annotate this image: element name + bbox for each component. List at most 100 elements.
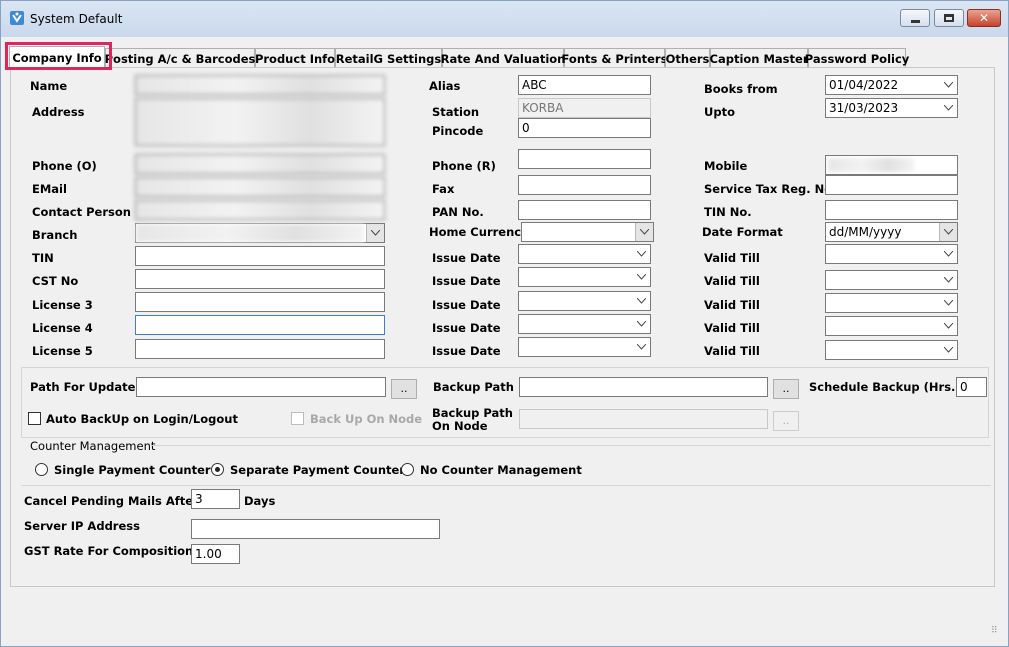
date-format-select[interactable]: dd/MM/yyyy bbox=[825, 222, 958, 242]
name-label: Name bbox=[30, 79, 68, 93]
cancel-mails-field[interactable]: 3 bbox=[191, 489, 240, 509]
tin-field[interactable] bbox=[135, 246, 385, 266]
browse-backup-node-button[interactable]: .. bbox=[773, 411, 799, 431]
phone-r-field[interactable] bbox=[518, 149, 651, 169]
footer-area bbox=[1, 589, 1008, 646]
backup-path-node-label-1: Backup Path bbox=[432, 406, 513, 420]
mobile-value bbox=[828, 158, 914, 172]
phone-o-field[interactable] bbox=[135, 154, 385, 174]
issue-date-5-picker[interactable] bbox=[518, 337, 651, 357]
license-5-field[interactable] bbox=[135, 339, 385, 359]
single-payment-counter-label: Single Payment Counter bbox=[54, 463, 211, 477]
pan-no-field[interactable] bbox=[518, 200, 651, 220]
service-tax-label: Service Tax Reg. No bbox=[704, 182, 833, 196]
gst-rate-field[interactable]: 1.00 bbox=[191, 544, 240, 564]
issue-date-1-picker[interactable] bbox=[518, 244, 651, 264]
backup-path-node-field[interactable] bbox=[519, 409, 768, 429]
valid-till-label: Valid Till bbox=[704, 321, 760, 335]
email-label: EMail bbox=[32, 182, 67, 196]
minimize-icon bbox=[910, 19, 920, 23]
service-tax-field[interactable] bbox=[825, 175, 958, 195]
close-button[interactable]: ✕ bbox=[967, 9, 1001, 27]
separate-payment-counter-radio[interactable] bbox=[211, 463, 224, 476]
chevron-down-icon[interactable] bbox=[632, 292, 650, 310]
chevron-down-icon[interactable] bbox=[632, 245, 650, 263]
chevron-down-icon[interactable] bbox=[939, 99, 957, 117]
no-counter-management-radio[interactable] bbox=[401, 463, 414, 476]
chevron-down-icon[interactable] bbox=[632, 268, 650, 286]
issue-date-2-picker[interactable] bbox=[518, 267, 651, 287]
station-field[interactable]: KORBA bbox=[518, 98, 651, 118]
backup-path-field[interactable] bbox=[519, 377, 768, 397]
tab-rate-and-valuation[interactable]: Rate And Valuation bbox=[441, 48, 565, 68]
tab-product-info[interactable]: Product Info bbox=[255, 48, 335, 68]
chevron-down-icon[interactable] bbox=[939, 245, 957, 263]
valid-till-4-picker[interactable] bbox=[825, 316, 958, 336]
address-field[interactable] bbox=[135, 98, 385, 146]
cst-no-field[interactable] bbox=[135, 269, 385, 289]
resize-grip-icon[interactable]: ⠿ bbox=[991, 627, 1003, 641]
chevron-down-icon[interactable] bbox=[939, 76, 957, 94]
server-ip-field[interactable] bbox=[191, 519, 440, 539]
close-icon: ✕ bbox=[978, 11, 990, 25]
maximize-button[interactable] bbox=[934, 9, 964, 27]
valid-till-1-picker[interactable] bbox=[825, 244, 958, 264]
backup-on-node-checkbox[interactable] bbox=[291, 412, 304, 425]
license-3-field[interactable] bbox=[135, 292, 385, 312]
mobile-field[interactable] bbox=[825, 155, 958, 175]
active-tab-highlight bbox=[5, 42, 112, 70]
books-from-label: Books from bbox=[704, 82, 778, 96]
path-for-update-field[interactable] bbox=[136, 377, 386, 397]
chevron-down-icon[interactable] bbox=[632, 338, 650, 356]
valid-till-5-picker[interactable] bbox=[825, 340, 958, 360]
chevron-down-icon[interactable] bbox=[939, 341, 957, 359]
tin-no-field[interactable] bbox=[825, 200, 958, 220]
title-bar[interactable]: System Default ✕ bbox=[1, 1, 1008, 37]
contact-person-field[interactable] bbox=[135, 200, 385, 220]
home-currency-select[interactable] bbox=[521, 222, 654, 242]
tab-posting-ac-barcodes[interactable]: Posting A/c & Barcodes bbox=[105, 48, 255, 68]
valid-till-2-picker[interactable] bbox=[825, 270, 958, 290]
chevron-down-icon[interactable] bbox=[632, 315, 650, 333]
maximize-icon bbox=[944, 14, 954, 22]
issue-date-3-picker[interactable] bbox=[518, 291, 651, 311]
tab-others[interactable]: Others bbox=[665, 48, 710, 68]
minimize-button[interactable] bbox=[900, 9, 930, 27]
auto-backup-checkbox[interactable] bbox=[28, 412, 41, 425]
fax-label: Fax bbox=[432, 182, 455, 196]
branch-select[interactable] bbox=[135, 223, 385, 243]
home-currency-label: Home Currency bbox=[429, 225, 529, 239]
auto-backup-label: Auto BackUp on Login/Logout bbox=[46, 412, 238, 426]
license-4-field[interactable] bbox=[135, 315, 385, 335]
pincode-label: Pincode bbox=[432, 124, 484, 138]
tab-fonts-printers[interactable]: Fonts & Printers bbox=[562, 48, 667, 68]
browse-backup-path-button[interactable]: .. bbox=[773, 379, 799, 399]
pincode-field[interactable]: 0 bbox=[518, 118, 651, 138]
alias-field[interactable]: ABC bbox=[518, 75, 651, 95]
chevron-down-icon[interactable] bbox=[939, 223, 957, 241]
chevron-down-icon[interactable] bbox=[939, 294, 957, 312]
name-field[interactable] bbox=[135, 75, 385, 95]
tab-password-policy[interactable]: Password Policy bbox=[805, 48, 909, 68]
valid-till-3-picker[interactable] bbox=[825, 293, 958, 313]
tab-retailg-settings[interactable]: RetailG Settings bbox=[335, 48, 442, 68]
chevron-down-icon[interactable] bbox=[939, 271, 957, 289]
contact-person-label: Contact Person bbox=[32, 205, 131, 219]
single-payment-counter-radio[interactable] bbox=[35, 463, 48, 476]
fax-field[interactable] bbox=[518, 175, 651, 195]
issue-date-4-picker[interactable] bbox=[518, 314, 651, 334]
tab-caption-master[interactable]: Caption Master bbox=[710, 48, 809, 68]
address-label: Address bbox=[32, 105, 85, 119]
schedule-backup-field[interactable]: 0 bbox=[956, 377, 987, 397]
issue-date-label: Issue Date bbox=[432, 274, 501, 288]
upto-picker[interactable]: 31/03/2023 bbox=[825, 98, 958, 118]
chevron-down-icon[interactable] bbox=[635, 223, 653, 241]
email-field[interactable] bbox=[135, 177, 385, 197]
valid-till-label: Valid Till bbox=[704, 274, 760, 288]
chevron-down-icon[interactable] bbox=[939, 317, 957, 335]
tin-label: TIN bbox=[32, 251, 54, 265]
chevron-down-icon[interactable] bbox=[366, 224, 384, 242]
counter-management-label: Counter Management bbox=[30, 439, 156, 453]
books-from-picker[interactable]: 01/04/2022 bbox=[825, 75, 958, 95]
browse-update-path-button[interactable]: .. bbox=[391, 379, 417, 399]
